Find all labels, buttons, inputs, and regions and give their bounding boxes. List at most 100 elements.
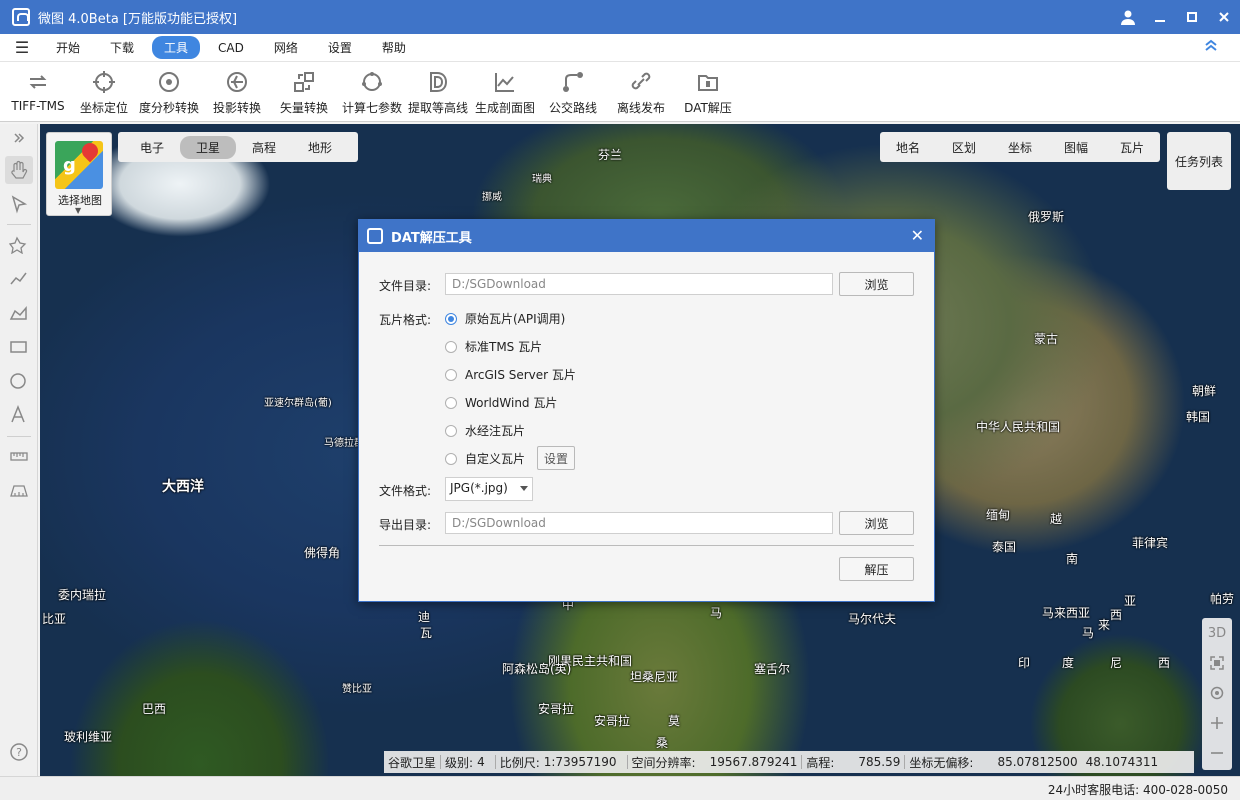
tile-option-shuijingzhu[interactable]: 水经注瓦片 <box>445 422 525 439</box>
tool-vector-convert[interactable]: 矢量转换 <box>268 62 340 122</box>
dat-extract-dialog: DAT解压工具 ✕ 文件目录: D:/SGDownload 浏览 瓦片格式: 原… <box>358 219 935 602</box>
menu-cad[interactable]: CAD <box>206 38 256 58</box>
tool-profile[interactable]: 生成剖面图 <box>472 62 538 122</box>
zoom-in-icon[interactable] <box>1202 708 1232 738</box>
output-dir-input[interactable]: D:/SGDownload <box>445 512 833 534</box>
map-label: 巴西 <box>142 702 167 716</box>
tool-dms-convert[interactable]: 度分秒转换 <box>132 62 206 122</box>
user-icon[interactable] <box>1112 0 1144 34</box>
map-nav-controls: 3D <box>1202 618 1232 770</box>
draw-circle-icon[interactable] <box>5 366 33 394</box>
close-button[interactable] <box>1208 0 1240 34</box>
map-label: 亚速尔群岛(葡) <box>264 398 332 409</box>
map-label: 缅甸 <box>986 508 1011 522</box>
tool-tiff-tms[interactable]: TIFF-TMS <box>0 62 76 122</box>
tool-offline-publish[interactable]: 离线发布 <box>608 62 674 122</box>
map-type-electronic[interactable]: 电子 <box>124 136 180 159</box>
draw-line-icon[interactable] <box>5 264 33 292</box>
dialog-close-icon[interactable]: ✕ <box>911 226 924 245</box>
file-format-select[interactable]: JPG(*.jpg) <box>445 477 533 501</box>
layer-coordinates[interactable]: 坐标 <box>992 139 1048 156</box>
app-window: 微图 4.0Beta [万能版功能已授权] ☰ 开始 下载 工具 CAD 网络 … <box>0 0 1240 800</box>
add-text-icon[interactable] <box>5 400 33 428</box>
choose-map-button[interactable]: g 选择地图 ▼ <box>46 132 112 216</box>
add-marker-icon[interactable] <box>5 230 33 258</box>
map-type-elevation[interactable]: 高程 <box>236 136 292 159</box>
locate-icon[interactable] <box>1202 678 1232 708</box>
level-label: 级别: <box>445 755 474 770</box>
map-label: 赞比亚 <box>342 684 372 695</box>
radio-icon <box>445 340 457 353</box>
window-title: 微图 4.0Beta [万能版功能已授权] <box>38 11 238 27</box>
map-label: 朝鲜 <box>1192 384 1217 398</box>
collapse-ribbon-icon[interactable] <box>1204 38 1218 52</box>
map-label: 越 <box>1050 512 1063 526</box>
hamburger-menu-icon[interactable]: ☰ <box>0 38 44 57</box>
g-logo-icon: g <box>63 155 76 176</box>
map-label: 马 <box>1082 626 1095 640</box>
minimize-button[interactable] <box>1144 0 1176 34</box>
map-label: 帕劳 <box>1210 592 1235 606</box>
menu-download[interactable]: 下载 <box>98 36 146 59</box>
maximize-button[interactable] <box>1176 0 1208 34</box>
tile-option-custom[interactable]: 自定义瓦片 <box>445 450 525 467</box>
tool-seven-params[interactable]: 计算七参数 <box>340 62 404 122</box>
file-dir-input[interactable]: D:/SGDownload <box>445 273 833 295</box>
tool-projection-convert[interactable]: 投影转换 <box>206 62 268 122</box>
projection-icon <box>224 69 250 95</box>
file-dir-label: 文件目录: <box>379 279 432 293</box>
menu-start[interactable]: 开始 <box>44 36 92 59</box>
menu-settings[interactable]: 设置 <box>316 36 364 59</box>
map-label: 芬兰 <box>598 148 623 162</box>
select-arrow-icon[interactable] <box>5 190 33 218</box>
map-type-switcher: 电子 卫星 高程 地形 <box>118 132 358 162</box>
layer-place-names[interactable]: 地名 <box>880 139 936 156</box>
map-type-terrain[interactable]: 地形 <box>292 136 348 159</box>
tool-dat-extract[interactable]: DAT解压 <box>674 62 742 122</box>
draw-polygon-icon[interactable] <box>5 298 33 326</box>
chevron-down-icon <box>520 486 528 491</box>
tile-option-arcgis[interactable]: ArcGIS Server 瓦片 <box>445 366 576 383</box>
task-list-button[interactable]: 任务列表 <box>1167 132 1231 190</box>
menu-network[interactable]: 网络 <box>262 36 310 59</box>
zoom-out-icon[interactable] <box>1202 738 1232 768</box>
map-label: 委内瑞拉 <box>58 588 107 602</box>
expand-panel-icon[interactable] <box>5 126 33 150</box>
file-dir-browse-button[interactable]: 浏览 <box>839 272 914 296</box>
offline-publish-icon <box>628 69 654 95</box>
tool-extract-contour[interactable]: 提取等高线 <box>404 62 472 122</box>
custom-tile-settings-button[interactable]: 设置 <box>537 446 575 470</box>
extract-button[interactable]: 解压 <box>839 557 914 581</box>
measure-distance-icon[interactable] <box>5 442 33 470</box>
output-dir-browse-button[interactable]: 浏览 <box>839 511 914 535</box>
map-label: 马来西亚 <box>1042 606 1091 620</box>
tool-coordinate-locate[interactable]: 坐标定位 <box>76 62 132 122</box>
latitude-value: 48.1074311 <box>1085 755 1159 769</box>
level-value: 4 <box>477 755 485 769</box>
layer-map-sheets[interactable]: 图幅 <box>1048 139 1104 156</box>
map-label: 佛得角 <box>304 546 341 560</box>
tile-option-worldwind[interactable]: WorldWind 瓦片 <box>445 394 557 411</box>
menu-bar: ☰ 开始 下载 工具 CAD 网络 设置 帮助 <box>0 34 1240 62</box>
fullscreen-icon[interactable] <box>1202 648 1232 678</box>
layer-tiles[interactable]: 瓦片 <box>1104 139 1160 156</box>
layer-divisions[interactable]: 区划 <box>936 139 992 156</box>
tool-bus-route[interactable]: 公交路线 <box>538 62 608 122</box>
3d-toggle-button[interactable]: 3D <box>1202 618 1232 648</box>
menu-help[interactable]: 帮助 <box>370 36 418 59</box>
hotline-text: 24小时客服电话: 400-028-0050 <box>1047 783 1228 797</box>
menu-tools[interactable]: 工具 <box>152 36 201 59</box>
pan-hand-icon[interactable] <box>5 156 33 184</box>
seven-params-icon <box>359 69 385 95</box>
draw-rectangle-icon[interactable] <box>5 332 33 360</box>
tile-format-label: 瓦片格式: <box>379 313 432 327</box>
measure-area-icon[interactable] <box>5 476 33 504</box>
tile-option-tms[interactable]: 标准TMS 瓦片 <box>445 338 542 355</box>
elevation-value: 785.59 <box>858 755 901 769</box>
help-icon[interactable]: ? <box>5 738 33 766</box>
map-label: 莫 <box>668 714 681 728</box>
map-type-satellite[interactable]: 卫星 <box>180 135 236 159</box>
tile-option-raw[interactable]: 原始瓦片(API调用) <box>445 310 565 327</box>
map-label: 菲律宾 <box>1132 536 1169 550</box>
map-label: 安哥拉 <box>538 702 575 716</box>
